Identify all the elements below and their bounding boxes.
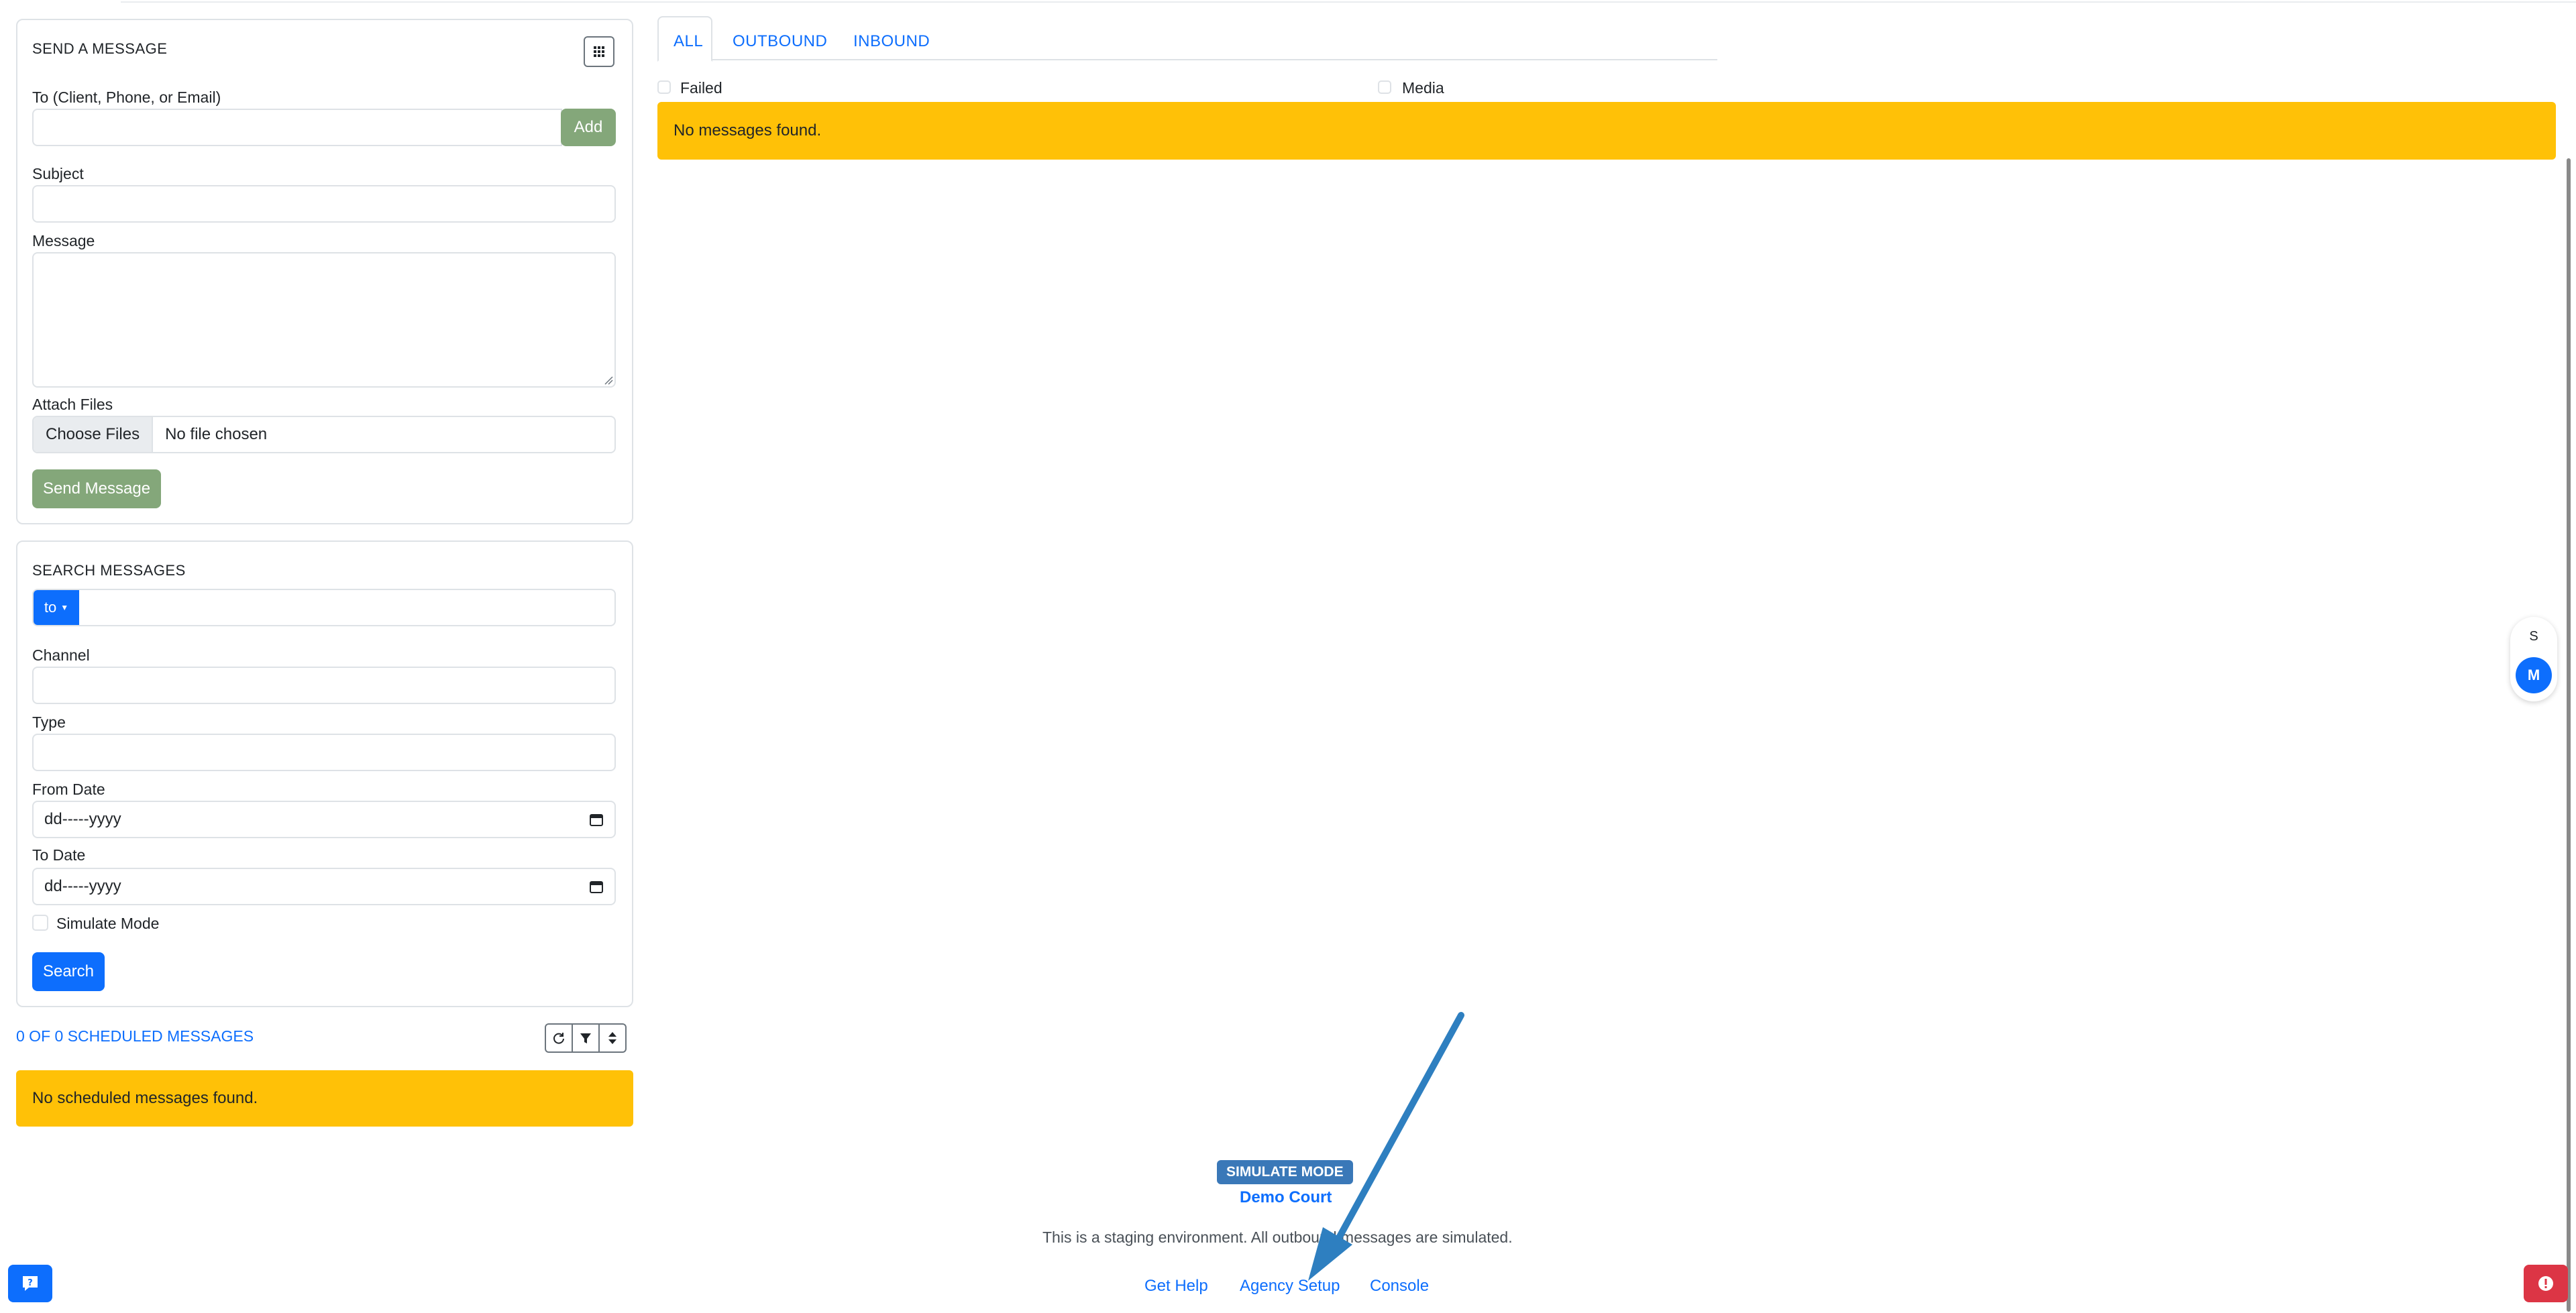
search-messages-title: SEARCH MESSAGES xyxy=(32,562,186,579)
send-message-title: SEND A MESSAGE xyxy=(32,40,168,57)
media-label: Media xyxy=(1402,79,1444,97)
search-button[interactable]: Search xyxy=(32,952,105,991)
no-scheduled-alert: No scheduled messages found. xyxy=(16,1070,633,1127)
file-input[interactable]: Choose Files No file chosen xyxy=(32,416,616,453)
filter-icon xyxy=(580,1033,591,1043)
to-label: To (Client, Phone, or Email) xyxy=(32,89,221,106)
subject-input[interactable] xyxy=(32,185,616,223)
to-input[interactable] xyxy=(32,109,562,146)
add-button[interactable]: Add xyxy=(561,109,616,146)
refresh-icon xyxy=(553,1033,564,1044)
subject-label: Subject xyxy=(32,165,84,182)
type-select[interactable] xyxy=(32,734,616,771)
refresh-button[interactable] xyxy=(545,1023,573,1053)
tab-inbound[interactable]: INBOUND xyxy=(853,32,930,51)
channel-select[interactable] xyxy=(32,667,616,704)
search-to-input[interactable]: to ▼ xyxy=(32,589,616,626)
no-messages-alert: No messages found. xyxy=(657,102,2556,160)
message-textarea[interactable] xyxy=(32,252,616,388)
scrollbar-thumb[interactable] xyxy=(2567,158,2571,1312)
media-checkbox[interactable] xyxy=(1378,80,1391,94)
top-divider xyxy=(121,0,2576,3)
annotation-arrow xyxy=(1308,1012,1464,1281)
attach-files-label: Attach Files xyxy=(32,396,113,413)
calendar-icon xyxy=(590,881,603,893)
question-chat-icon: ? xyxy=(23,1276,38,1291)
channel-label: Channel xyxy=(32,646,90,664)
type-label: Type xyxy=(32,713,66,731)
failed-label: Failed xyxy=(680,79,722,97)
filter-button[interactable] xyxy=(572,1023,600,1053)
footer-link-get-help[interactable]: Get Help xyxy=(1144,1277,1208,1296)
grid-icon xyxy=(594,46,604,57)
simulate-mode-label: Simulate Mode xyxy=(56,915,160,932)
exclamation-circle-icon xyxy=(2538,1276,2553,1291)
svg-text:?: ? xyxy=(28,1278,33,1288)
resize-handle-icon xyxy=(604,376,613,385)
tab-all[interactable]: ALL xyxy=(674,32,703,51)
from-date-value: dd-----yyyy xyxy=(44,810,121,828)
grid-menu-button[interactable] xyxy=(584,36,614,67)
scheduled-messages-link[interactable]: 0 OF 0 SCHEDULED MESSAGES xyxy=(16,1027,254,1045)
from-date-input[interactable]: dd-----yyyy xyxy=(32,801,616,838)
choose-files-button[interactable]: Choose Files xyxy=(34,417,154,452)
sort-button[interactable] xyxy=(598,1023,627,1053)
no-file-chosen-text: No file chosen xyxy=(165,425,268,443)
help-chat-button[interactable]: ? xyxy=(8,1265,52,1302)
to-dropdown-button[interactable]: to ▼ xyxy=(34,590,79,625)
from-date-label: From Date xyxy=(32,781,105,798)
simulate-mode-checkbox[interactable] xyxy=(32,915,48,931)
failed-checkbox[interactable] xyxy=(657,80,671,94)
error-report-button[interactable] xyxy=(2524,1265,2568,1302)
to-date-label: To Date xyxy=(32,846,86,864)
caret-down-icon: ▼ xyxy=(60,603,69,612)
side-pill-m[interactable]: M xyxy=(2516,657,2552,693)
tab-outbound[interactable]: OUTBOUND xyxy=(733,32,827,51)
to-date-value: dd-----yyyy xyxy=(44,877,121,895)
side-pill-s[interactable]: S xyxy=(2525,628,2542,645)
sort-icon xyxy=(608,1032,616,1044)
to-date-input[interactable]: dd-----yyyy xyxy=(32,868,616,905)
calendar-icon xyxy=(590,814,603,826)
send-message-button[interactable]: Send Message xyxy=(32,469,161,508)
message-label: Message xyxy=(32,232,95,249)
to-dropdown-label: to xyxy=(44,599,57,616)
